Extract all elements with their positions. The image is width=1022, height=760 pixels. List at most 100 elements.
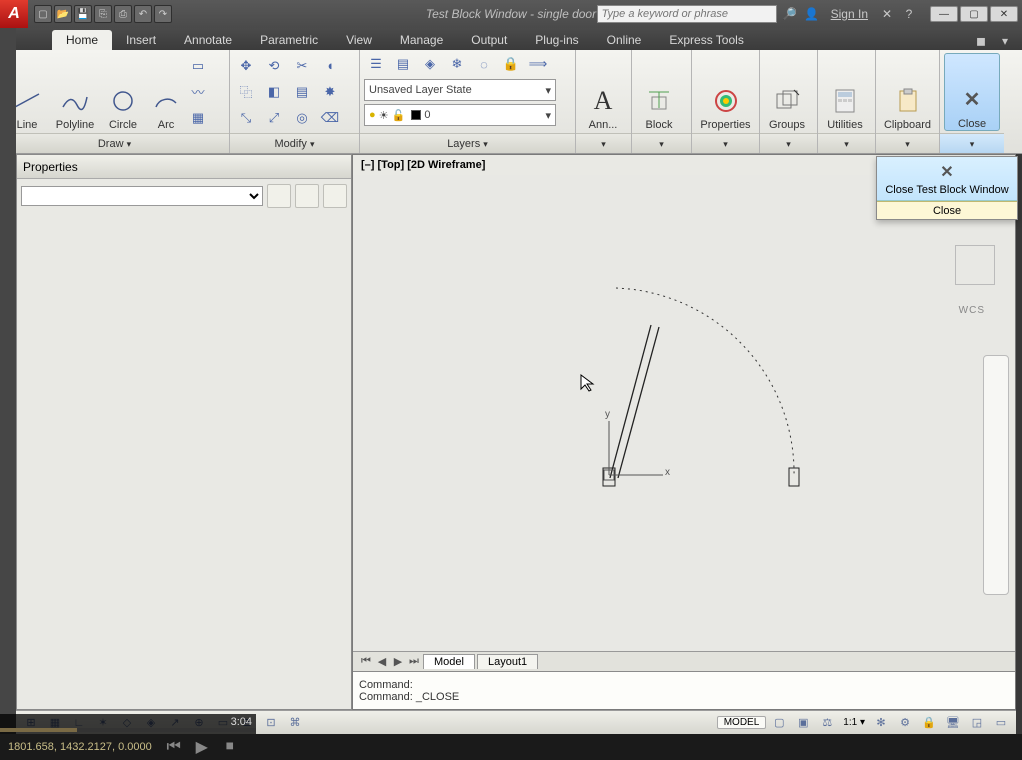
trim-icon[interactable]: ✂ bbox=[290, 54, 314, 78]
offset-icon[interactable]: ◎ bbox=[290, 106, 314, 130]
search-go-icon[interactable]: 🔎 bbox=[781, 5, 799, 23]
tab-next-icon[interactable]: ▶ bbox=[391, 655, 405, 668]
yt-play-icon[interactable]: ▶ bbox=[188, 737, 216, 757]
tool-clipboard[interactable]: Clipboard bbox=[880, 53, 935, 131]
window-maximize-button[interactable]: ▢ bbox=[960, 6, 988, 22]
status-iso-icon[interactable]: ◲ bbox=[966, 713, 988, 733]
layer-lock-icon[interactable]: 🔒 bbox=[499, 52, 523, 76]
status-layout-icon[interactable]: ▢ bbox=[768, 713, 790, 733]
panel-expand-icon[interactable]: ▾ bbox=[786, 139, 791, 149]
canvas[interactable]: x y WCS bbox=[353, 175, 1015, 651]
model-tab[interactable]: Model bbox=[423, 654, 475, 669]
layer-off-icon[interactable]: ◌ bbox=[472, 52, 496, 76]
help-icon[interactable]: ? bbox=[900, 5, 918, 23]
tool-circle[interactable]: Circle bbox=[100, 53, 146, 131]
tab-manage[interactable]: Manage bbox=[386, 30, 457, 50]
qat-print-icon[interactable]: ⎙ bbox=[114, 5, 132, 23]
tab-insert[interactable]: Insert bbox=[112, 30, 170, 50]
command-line[interactable]: Command: Command: _CLOSE bbox=[353, 671, 1015, 709]
status-qv-icon[interactable]: ▣ bbox=[792, 713, 814, 733]
tool-groups[interactable]: Groups bbox=[764, 53, 810, 131]
qat-saveas-icon[interactable]: ⎘ bbox=[94, 5, 112, 23]
qat-redo-icon[interactable]: ↷ bbox=[154, 5, 172, 23]
window-close-button[interactable]: ✕ bbox=[990, 6, 1018, 22]
tab-first-icon[interactable]: ⏮ bbox=[359, 655, 373, 668]
panel-expand-icon[interactable]: ▾ bbox=[905, 139, 910, 149]
video-seek-overlay[interactable]: 3:04 bbox=[0, 714, 256, 734]
qat-open-icon[interactable]: 📂 bbox=[54, 5, 72, 23]
object-type-select[interactable] bbox=[21, 186, 263, 206]
stretch-icon[interactable]: ⤡ bbox=[234, 106, 258, 130]
tool-polyline[interactable]: Polyline bbox=[52, 53, 98, 131]
status-lock-icon[interactable]: 🔒 bbox=[918, 713, 940, 733]
move-icon[interactable]: ✥ bbox=[234, 54, 258, 78]
qat-undo-icon[interactable]: ↶ bbox=[134, 5, 152, 23]
yt-stop-icon[interactable]: ⏹ bbox=[216, 738, 244, 756]
panel-expand-icon[interactable]: ▾ bbox=[844, 139, 849, 149]
fillet-icon[interactable]: ◖ bbox=[318, 54, 342, 78]
layer-iso-icon[interactable]: ◈ bbox=[418, 52, 442, 76]
array-icon[interactable]: ▤ bbox=[290, 80, 314, 104]
mirror-icon[interactable]: ◧ bbox=[262, 80, 286, 104]
panel-expand-icon[interactable]: ▾ bbox=[970, 139, 975, 149]
navigation-bar[interactable] bbox=[983, 355, 1009, 595]
status-clean-icon[interactable]: ▭ bbox=[990, 713, 1012, 733]
status-sc-icon[interactable]: ⌘ bbox=[284, 713, 306, 733]
tab-home[interactable]: Home bbox=[52, 30, 112, 50]
draw-hatch-icon[interactable]: ▦ bbox=[186, 106, 210, 130]
tab-annotate[interactable]: Annotate bbox=[170, 30, 246, 50]
panel-expand-icon[interactable]: ▾ bbox=[659, 139, 664, 149]
tool-annotation[interactable]: A Ann... bbox=[580, 53, 626, 131]
yt-prev-icon[interactable]: ⏮ bbox=[160, 738, 188, 756]
tab-output[interactable]: Output bbox=[457, 30, 521, 50]
select-objects-icon[interactable] bbox=[323, 184, 347, 208]
layer-states-icon[interactable]: ▤ bbox=[391, 52, 415, 76]
layer-match-icon[interactable]: ⟹ bbox=[526, 52, 550, 76]
status-ws-icon[interactable]: ⚙ bbox=[894, 713, 916, 733]
tab-last-icon[interactable]: ⏭ bbox=[407, 655, 421, 668]
exchange-icon[interactable]: ✕ bbox=[878, 5, 896, 23]
sign-in-link[interactable]: Sign In bbox=[825, 7, 874, 21]
tool-arc[interactable]: Arc bbox=[148, 53, 184, 131]
status-annoscale-icon[interactable]: ⚖ bbox=[816, 713, 838, 733]
layer-freeze-icon[interactable]: ❄ bbox=[445, 52, 469, 76]
tab-prev-icon[interactable]: ◀ bbox=[375, 655, 389, 668]
erase-icon[interactable]: ⌫ bbox=[318, 106, 342, 130]
panel-expand-icon[interactable]: ▾ bbox=[310, 139, 315, 149]
layer-current-select[interactable]: ● ☀ 🔓 0 ▾ bbox=[364, 104, 556, 126]
status-annovis-icon[interactable]: ✻ bbox=[870, 713, 892, 733]
account-icon[interactable]: 👤 bbox=[803, 5, 821, 23]
app-menu-button[interactable]: A bbox=[0, 0, 28, 28]
status-hw-icon[interactable]: 🖥 bbox=[942, 713, 964, 733]
window-minimize-button[interactable]: — bbox=[930, 6, 958, 22]
panel-expand-icon[interactable]: ▾ bbox=[723, 139, 728, 149]
ribbon-extra-icon[interactable]: ◼ bbox=[972, 32, 990, 50]
status-modelspace[interactable]: MODEL bbox=[717, 716, 767, 729]
tab-express[interactable]: Express Tools bbox=[655, 30, 757, 50]
qat-new-icon[interactable]: ▢ bbox=[34, 5, 52, 23]
status-scale[interactable]: 1:1 ▾ bbox=[840, 717, 868, 728]
panel-expand-icon[interactable]: ▾ bbox=[601, 139, 606, 149]
panel-expand-icon[interactable]: ▾ bbox=[483, 139, 488, 149]
tab-online[interactable]: Online bbox=[593, 30, 656, 50]
layout1-tab[interactable]: Layout1 bbox=[477, 654, 538, 669]
tool-properties[interactable]: Properties bbox=[696, 53, 755, 131]
panel-expand-icon[interactable]: ▾ bbox=[127, 139, 132, 149]
tab-parametric[interactable]: Parametric bbox=[246, 30, 332, 50]
copy-icon[interactable]: ⿻ bbox=[234, 80, 258, 104]
draw-spline-icon[interactable]: 〰 bbox=[186, 80, 210, 104]
layer-prop-icon[interactable]: ☰ bbox=[364, 52, 388, 76]
rotate-icon[interactable]: ⟲ bbox=[262, 54, 286, 78]
explode-icon[interactable]: ✸ bbox=[318, 80, 342, 104]
tab-view[interactable]: View bbox=[332, 30, 386, 50]
ribbon-collapse-icon[interactable]: ▾ bbox=[996, 32, 1014, 50]
close-block-button[interactable]: ✕ Close bbox=[944, 53, 1000, 131]
view-cube[interactable] bbox=[955, 245, 995, 285]
scale-icon[interactable]: ⤢ bbox=[262, 106, 286, 130]
draw-rect-icon[interactable]: ▭ bbox=[186, 54, 210, 78]
pickadd-icon[interactable] bbox=[295, 184, 319, 208]
tool-block[interactable]: Block bbox=[636, 53, 682, 131]
tool-utilities[interactable]: Utilities bbox=[822, 53, 868, 131]
layer-states-select[interactable]: Unsaved Layer State ▾ bbox=[364, 79, 556, 101]
quick-select-icon[interactable] bbox=[267, 184, 291, 208]
